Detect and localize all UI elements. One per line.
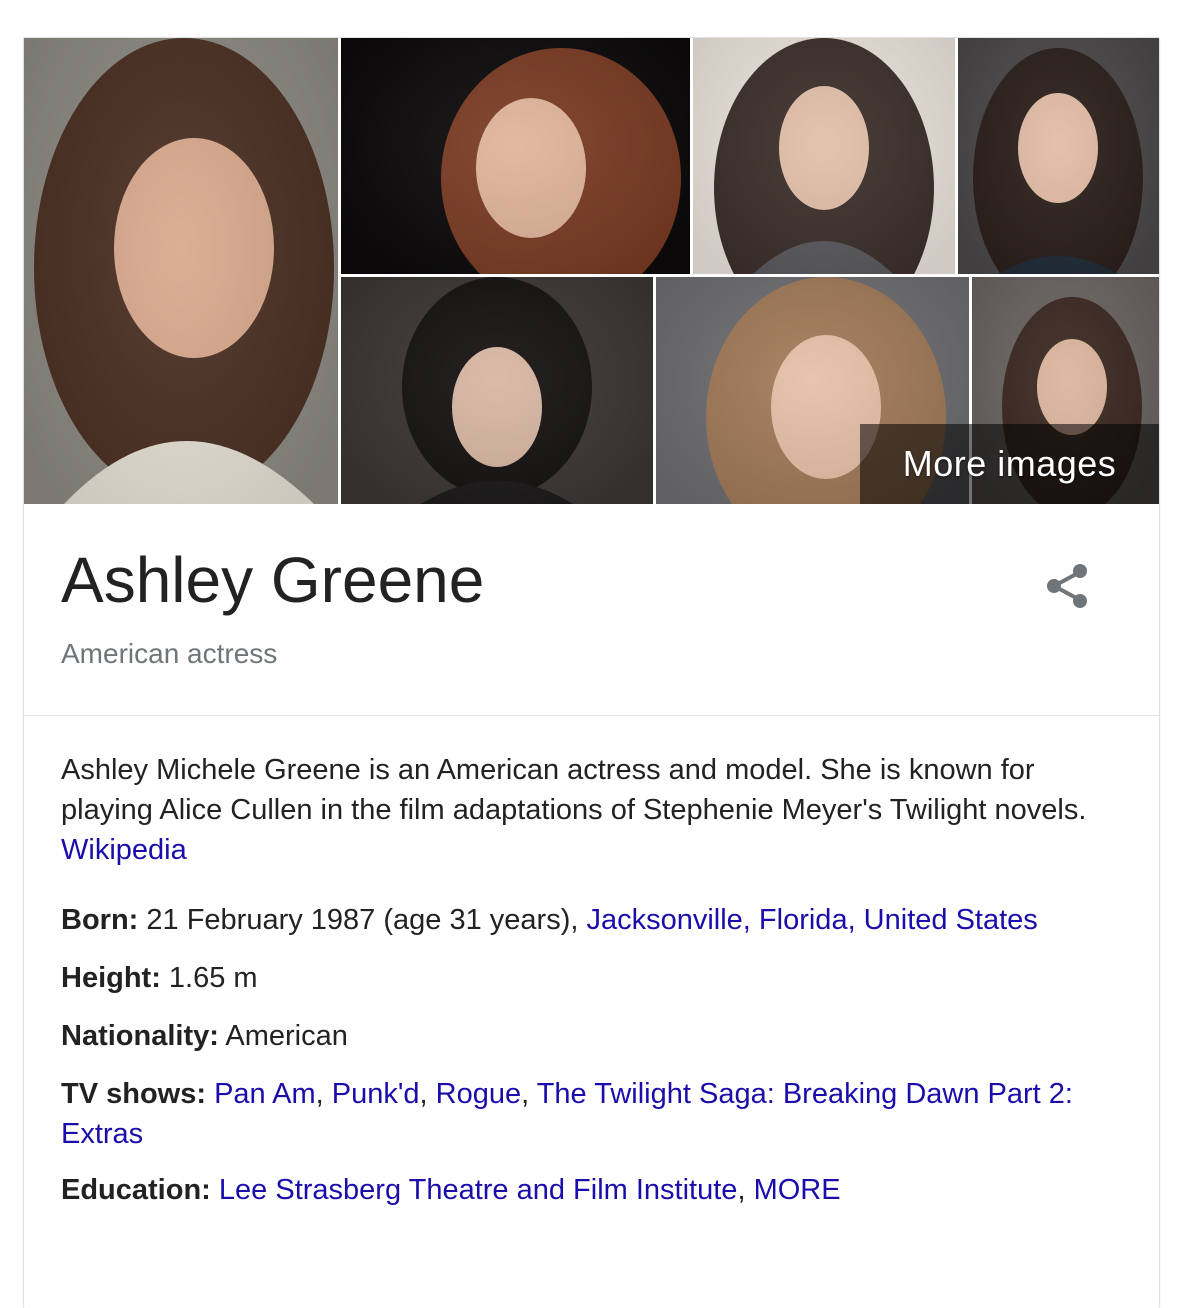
fact-label: Education: — [61, 1174, 211, 1206]
fact-born: Born: 21 February 1987 (age 31 years), J… — [61, 900, 1121, 940]
tv-show-link[interactable]: Pan Am — [214, 1078, 316, 1110]
image-mosaic: More images — [24, 38, 1159, 504]
photo-4[interactable] — [958, 38, 1159, 274]
wikipedia-link[interactable]: Wikipedia — [61, 834, 187, 866]
fact-label: Born: — [61, 904, 139, 936]
panel-body: Ashley Michele Greene is an American act… — [61, 750, 1121, 1210]
fact-value: 1.65 m — [160, 962, 258, 994]
photo-1[interactable] — [24, 38, 338, 504]
fact-label: TV shows: — [61, 1078, 207, 1110]
photo-3[interactable] — [693, 38, 955, 274]
portrait-image — [341, 277, 653, 504]
photo-2[interactable] — [341, 38, 690, 274]
description-text: Ashley Michele Greene is an American act… — [61, 754, 1087, 826]
portrait-image — [958, 38, 1159, 274]
fact-label: Height: — [61, 962, 161, 994]
panel-header: Ashley Greene American actress — [24, 504, 1159, 716]
separator: , — [737, 1174, 754, 1206]
fact-value: 21 February 1987 (age 31 years), — [138, 904, 587, 936]
fact-tv-shows: TV shows: Pan Am, Punk'd, Rogue, The Twi… — [61, 1074, 1121, 1154]
fact-nationality: Nationality: American — [61, 1016, 1121, 1056]
fact-height: Height: 1.65 m — [61, 958, 1121, 998]
portrait-image — [341, 38, 690, 274]
portrait-image — [693, 38, 955, 274]
separator: , — [315, 1078, 332, 1110]
photo-5[interactable] — [341, 277, 653, 504]
more-images-button[interactable]: More images — [860, 424, 1159, 504]
share-button[interactable] — [1040, 558, 1096, 614]
fact-value: American — [218, 1020, 348, 1052]
portrait-image — [24, 38, 338, 504]
fact-label: Nationality: — [61, 1020, 219, 1052]
education-link[interactable]: Lee Strasberg Theatre and Film Institute — [219, 1174, 738, 1206]
entity-title: Ashley Greene — [61, 544, 485, 616]
birthplace-link[interactable]: Jacksonville, Florida, United States — [586, 904, 1037, 936]
tv-show-link[interactable]: Rogue — [436, 1078, 521, 1110]
tv-show-link[interactable]: The Twilight Saga: Breaking Dawn Part 2:… — [61, 1078, 1073, 1150]
education-more-link[interactable]: MORE — [754, 1174, 841, 1206]
entity-subtitle: American actress — [61, 638, 278, 669]
share-icon — [1047, 564, 1087, 608]
fact-education: Education: Lee Strasberg Theatre and Fil… — [61, 1170, 1121, 1210]
separator: , — [419, 1078, 436, 1110]
divider — [24, 715, 1159, 716]
separator: , — [521, 1078, 537, 1110]
description: Ashley Michele Greene is an American act… — [61, 750, 1121, 870]
knowledge-panel: More images Ashley Greene American actre… — [23, 37, 1160, 1308]
tv-show-link[interactable]: Punk'd — [332, 1078, 420, 1110]
